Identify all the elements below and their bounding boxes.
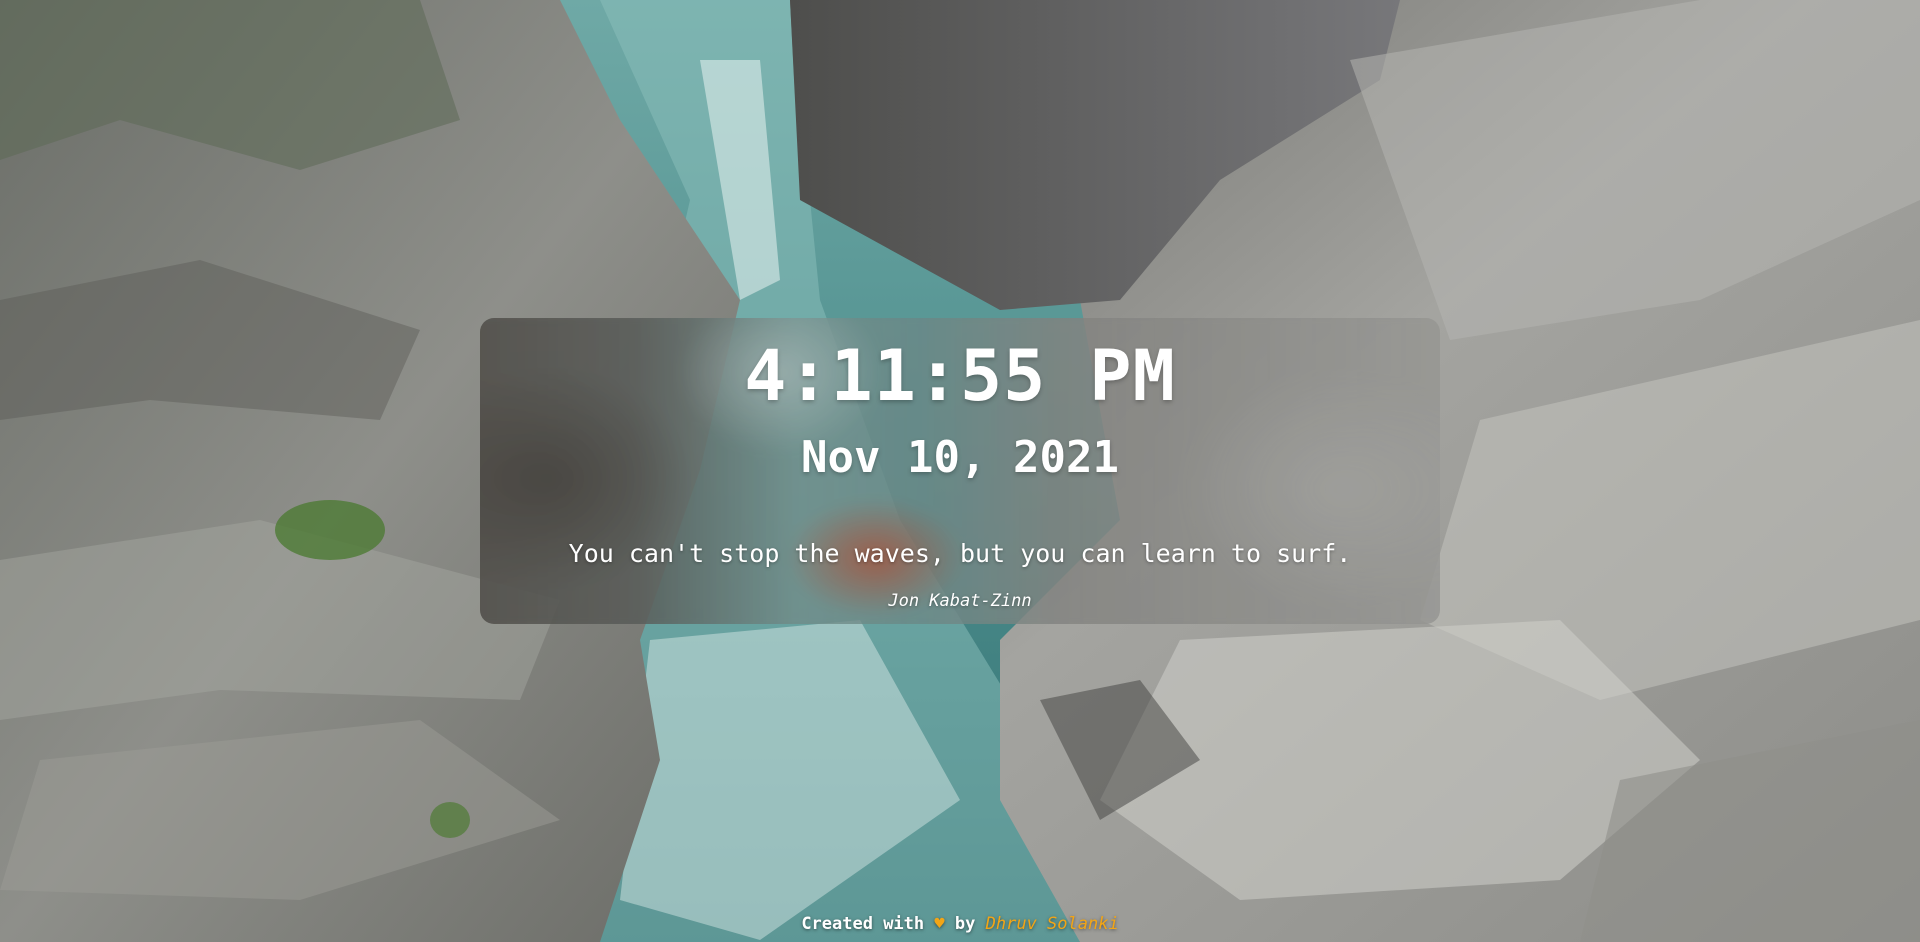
footer: Created with ♥ by Dhruv Solanki (0, 912, 1920, 936)
clock-time: 4:11:55 PM (744, 335, 1176, 417)
clock-card: 4:11:55 PM Nov 10, 2021 You can't stop t… (480, 318, 1440, 624)
footer-prefix: Created with (801, 914, 925, 934)
quote-text: You can't stop the waves, but you can le… (568, 539, 1352, 568)
page: 4:11:55 PM Nov 10, 2021 You can't stop t… (0, 0, 1920, 942)
quote-author: Jon Kabat-Zinn (888, 591, 1032, 611)
author-link[interactable]: Dhruv Solanki (986, 914, 1119, 934)
clock-date: Nov 10, 2021 (801, 432, 1119, 483)
heart-icon: ♥ (934, 914, 945, 934)
footer-by: by (954, 914, 976, 934)
